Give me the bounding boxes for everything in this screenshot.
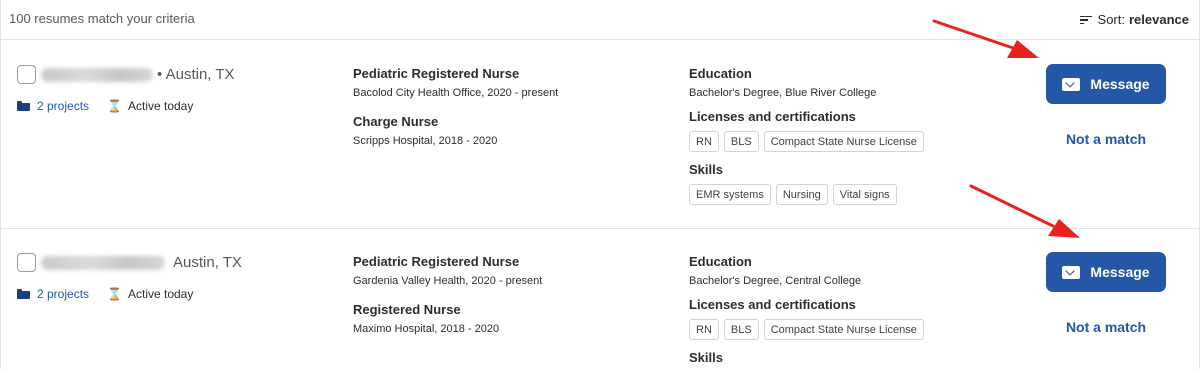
job-title: Pediatric Registered Nurse [353,66,520,81]
skills-heading: Skills [689,162,723,177]
skill-tag: Vital signs [832,184,897,205]
results-toolbar: 100 resumes match your criteria Sort: re… [1,0,1199,40]
job-title: Pediatric Registered Nurse [353,254,520,269]
license-tags: RN BLS Compact State Nurse License [689,319,924,340]
work-history: Pediatric Registered Nurse Gardenia Vall… [353,254,542,335]
job-detail: Bacolod City Health Office, 2020 - prese… [353,87,559,99]
hourglass-icon: ⌛ [107,99,122,113]
projects-link[interactable]: 2 projects [37,287,89,301]
folder-icon [17,101,30,111]
job-entry: Registered Nurse Maximo Hospital, 2018 -… [353,302,542,335]
candidate-meta: 2 projects ⌛ Active today [17,287,193,301]
resume-search-results: 100 resumes match your criteria Sort: re… [0,0,1200,369]
sort-label: Sort: [1097,12,1125,27]
skill-tag: Nursing [775,184,828,205]
select-candidate-checkbox[interactable] [17,65,36,84]
job-detail: Scripps Hospital, 2018 - 2020 [353,135,498,147]
license-tag: Compact State Nurse License [763,319,924,340]
education-heading: Education [689,254,752,269]
message-button[interactable]: Message [1046,252,1166,292]
education-detail: Bachelor's Degree, Blue River College [689,87,877,99]
job-title: Charge Nurse [353,114,439,129]
licenses-heading: Licenses and certifications [689,297,856,312]
job-detail: Gardenia Valley Health, 2020 - present [353,275,543,287]
job-detail: Maximo Hospital, 2018 - 2020 [353,323,500,335]
message-button[interactable]: Message [1046,64,1166,104]
candidate-card: Austin, TX 2 projects ⌛ Active today Ped… [1,229,1199,369]
license-tag: RN [689,131,719,152]
not-a-match-link[interactable]: Not a match [1046,131,1166,147]
select-candidate-checkbox[interactable] [17,253,36,272]
license-tags: RN BLS Compact State Nurse License [689,131,924,152]
folder-icon [17,289,30,299]
activity-status: Active today [127,287,194,301]
candidate-location: • Austin, TX [157,66,235,83]
job-entry: Pediatric Registered Nurse Bacolod City … [353,66,558,99]
not-a-match-link[interactable]: Not a match [1046,319,1166,335]
redacted-candidate-name [41,256,165,270]
redacted-candidate-name [41,68,153,82]
hourglass-icon: ⌛ [107,287,122,301]
licenses-heading: Licenses and certifications [689,109,856,124]
result-count: 100 resumes match your criteria [9,11,195,26]
work-history: Pediatric Registered Nurse Bacolod City … [353,66,558,147]
job-entry: Pediatric Registered Nurse Gardenia Vall… [353,254,542,287]
message-button-label: Message [1090,76,1150,92]
message-button-label: Message [1090,264,1150,280]
education-detail: Bachelor's Degree, Central College [689,275,862,287]
license-tag: RN [689,319,719,340]
skills-heading: Skills [689,350,723,365]
envelope-icon [1062,265,1081,279]
license-tag: Compact State Nurse License [763,131,924,152]
education-heading: Education [689,66,752,81]
sort-lines-icon [1079,15,1092,25]
sort-value[interactable]: relevance [1129,12,1189,27]
qualifications: Education Bachelor's Degree, Central Col… [689,254,924,365]
qualifications: Education Bachelor's Degree, Blue River … [689,66,924,205]
activity-status: Active today [127,99,194,113]
job-title: Registered Nurse [353,302,461,317]
license-tag: BLS [723,131,759,152]
projects-link[interactable]: 2 projects [37,99,89,113]
job-entry: Charge Nurse Scripps Hospital, 2018 - 20… [353,114,558,147]
candidate-meta: 2 projects ⌛ Active today [17,99,193,113]
candidate-card: • Austin, TX 2 projects ⌛ Active today P… [1,41,1199,229]
skill-tags: EMR systems Nursing Vital signs [689,184,924,205]
skill-tag: EMR systems [689,184,771,205]
candidate-location: Austin, TX [173,254,242,271]
license-tag: BLS [723,319,759,340]
envelope-icon [1062,77,1081,91]
sort-control[interactable]: Sort: relevance [1079,12,1189,27]
